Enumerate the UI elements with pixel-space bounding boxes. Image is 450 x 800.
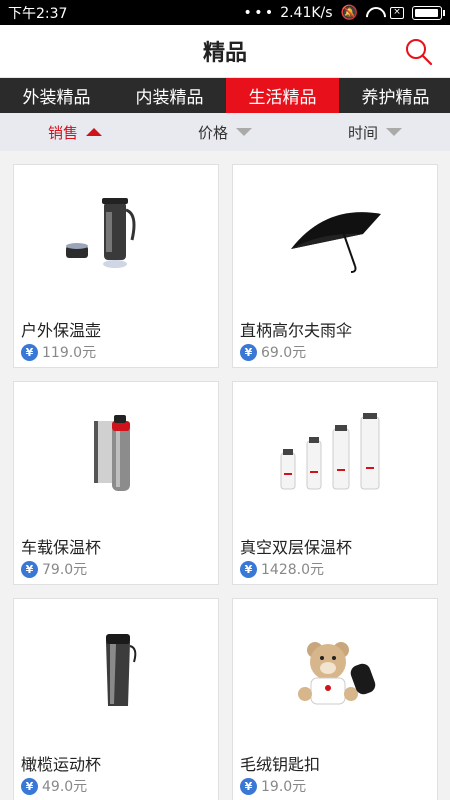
sort-down-icon [386, 128, 402, 136]
product-card[interactable]: 毛绒钥匙扣 ¥ 19.0元 [232, 598, 438, 800]
sport-cup-icon [106, 634, 137, 706]
thermos-kettle-icon [66, 198, 136, 268]
no-sim-icon: × [390, 6, 404, 19]
yen-icon: ¥ [21, 343, 38, 361]
search-icon[interactable] [404, 37, 434, 67]
product-card[interactable]: 橄榄运动杯 ¥ 49.0元 [13, 598, 219, 800]
yen-icon: ¥ [240, 560, 257, 578]
tab-maintenance[interactable]: 养护精品 [339, 78, 450, 113]
product-image [233, 599, 439, 747]
product-price: 49.0元 [42, 779, 88, 795]
yen-icon: ¥ [21, 777, 38, 795]
sort-by-time[interactable]: 时间 [300, 122, 450, 143]
vacuum-bottles-icon [280, 413, 380, 490]
product-grid: 户外保温壶 ¥ 119.0元 直柄高尔夫雨伞 ¥ 69.0元 车载保温杯 ¥ 7… [13, 164, 439, 800]
sort-by-sales[interactable]: 销售 [0, 122, 150, 143]
product-name: 户外保温壶 [21, 321, 102, 340]
page-title: 精品 [202, 41, 247, 66]
tab-interior[interactable]: 内装精品 [113, 78, 226, 113]
app-header: 精品 [0, 25, 450, 78]
product-name: 直柄高尔夫雨伞 [240, 321, 353, 340]
product-price: 79.0元 [42, 562, 88, 578]
umbrella-icon [291, 212, 381, 273]
sort-bar: 销售 价格 时间 [0, 113, 450, 151]
product-name: 车载保温杯 [21, 538, 102, 557]
product-card[interactable]: 户外保温壶 ¥ 119.0元 [13, 164, 219, 368]
product-price: 69.0元 [261, 345, 307, 361]
product-name: 毛绒钥匙扣 [240, 755, 321, 774]
product-price: 19.0元 [261, 779, 307, 795]
network-speed: 2.41K/s [280, 4, 333, 21]
wifi-icon [366, 7, 382, 19]
battery-icon [412, 5, 445, 20]
mute-icon: 🔕 [340, 4, 358, 21]
sort-up-icon [86, 128, 102, 136]
category-tabs: 外装精品 内装精品 生活精品 养护精品 [0, 78, 450, 113]
sort-down-icon [236, 128, 252, 136]
car-thermos-cup-icon [94, 415, 130, 491]
product-name: 橄榄运动杯 [21, 755, 102, 774]
product-image [14, 165, 220, 313]
product-card[interactable]: 直柄高尔夫雨伞 ¥ 69.0元 [232, 164, 438, 368]
teddy-bear-icon [298, 642, 376, 705]
yen-icon: ¥ [240, 343, 257, 361]
status-time: 下午2:37 [8, 5, 68, 22]
product-card[interactable]: 真空双层保温杯 ¥ 1428.0元 [232, 381, 438, 585]
product-card[interactable]: 车载保温杯 ¥ 79.0元 [13, 381, 219, 585]
product-price: 1428.0元 [261, 562, 324, 578]
product-name: 真空双层保温杯 [240, 538, 353, 557]
status-bar: 下午2:37 • • • 2.41K/s 🔕 × [0, 0, 450, 25]
product-image [233, 382, 439, 530]
tab-lifestyle[interactable]: 生活精品 [226, 78, 339, 113]
yen-icon: ¥ [21, 560, 38, 578]
product-price: 119.0元 [42, 345, 97, 361]
product-image [14, 599, 220, 747]
yen-icon: ¥ [240, 777, 257, 795]
tab-exterior[interactable]: 外装精品 [0, 78, 113, 113]
product-image [14, 382, 220, 530]
product-image [233, 165, 439, 313]
sort-by-price[interactable]: 价格 [150, 122, 300, 143]
signal-dots-icon: • • • [243, 4, 274, 21]
